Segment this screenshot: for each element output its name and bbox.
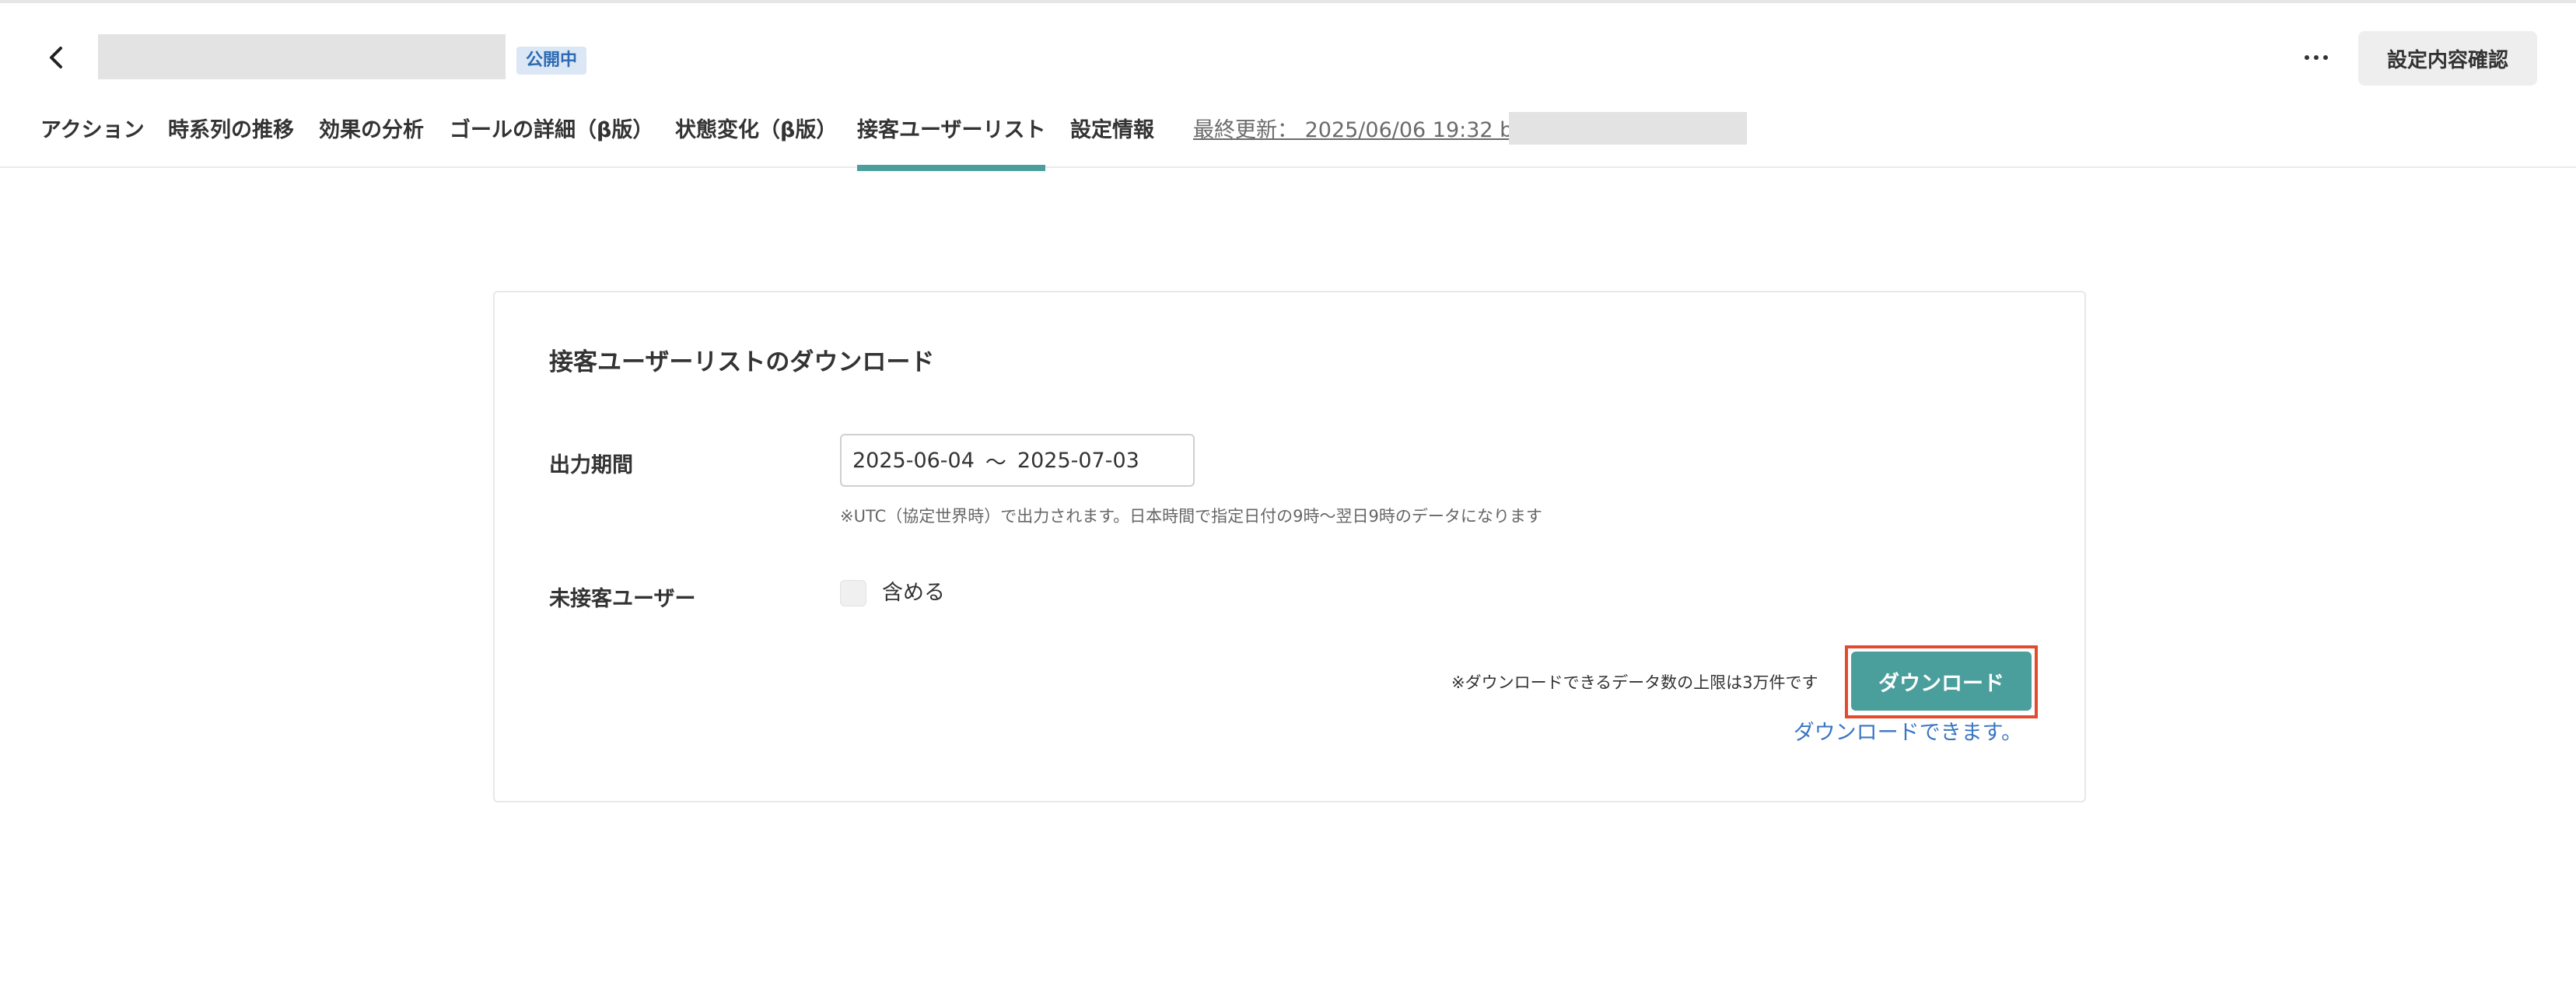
date-start: 2025-06-04	[852, 448, 975, 473]
page-title-redacted	[98, 34, 506, 79]
back-button[interactable]	[36, 37, 76, 78]
more-options-button[interactable]	[2296, 37, 2336, 78]
unserved-users-label: 未接客ユーザー	[549, 587, 696, 611]
tab-goal-details[interactable]: ゴールの詳細（β版）	[450, 109, 653, 166]
dot-icon	[2305, 55, 2309, 60]
timezone-note: ※UTC（協定世界時）で出力されます。日本時間で指定日付の9時〜翌日9時のデータ…	[840, 507, 1542, 526]
card-title: 接客ユーザーリストのダウンロード	[549, 348, 935, 376]
date-end: 2025-07-03	[1017, 448, 1139, 473]
include-checkbox[interactable]	[840, 580, 866, 606]
download-button[interactable]: ダウンロード	[1851, 652, 2032, 711]
page: 公開中 設定内容確認 アクション 時系列の推移 効果の分析 ゴールの詳細（β版）…	[0, 0, 2576, 989]
last-updated-link[interactable]: 最終更新： 2025/06/06 19:32 by	[1193, 109, 1525, 152]
download-card: 接客ユーザーリストのダウンロード 出力期間 2025-06-04 〜 2025-…	[493, 291, 2086, 802]
dot-icon	[2314, 55, 2319, 60]
updater-name-redacted	[1509, 112, 1747, 145]
tab-served-user-list[interactable]: 接客ユーザーリスト	[857, 109, 1046, 171]
include-checkbox-label[interactable]: 含める	[882, 580, 945, 606]
tab-actions[interactable]: アクション	[40, 109, 145, 166]
status-badge: 公開中	[516, 47, 587, 75]
date-range-picker[interactable]: 2025-06-04 〜 2025-07-03	[840, 434, 1195, 487]
download-status-text: ダウンロードできます。	[1793, 721, 2022, 745]
tab-timeseries[interactable]: 時系列の推移	[168, 109, 294, 166]
download-limit-note: ※ダウンロードできるデータ数の上限は3万件です	[1451, 673, 1818, 692]
period-label: 出力期間	[549, 453, 633, 477]
confirm-settings-button[interactable]: 設定内容確認	[2358, 31, 2537, 86]
chevron-left-icon	[50, 47, 62, 68]
tab-effect-analysis[interactable]: 効果の分析	[319, 109, 424, 166]
tab-settings-info[interactable]: 設定情報	[1070, 109, 1154, 166]
tab-state-change[interactable]: 状態変化（β版）	[675, 109, 837, 166]
header: 公開中 設定内容確認 アクション 時系列の推移 効果の分析 ゴールの詳細（β版）…	[0, 3, 2576, 171]
date-separator: 〜	[985, 450, 1006, 475]
dot-icon	[2323, 55, 2328, 60]
